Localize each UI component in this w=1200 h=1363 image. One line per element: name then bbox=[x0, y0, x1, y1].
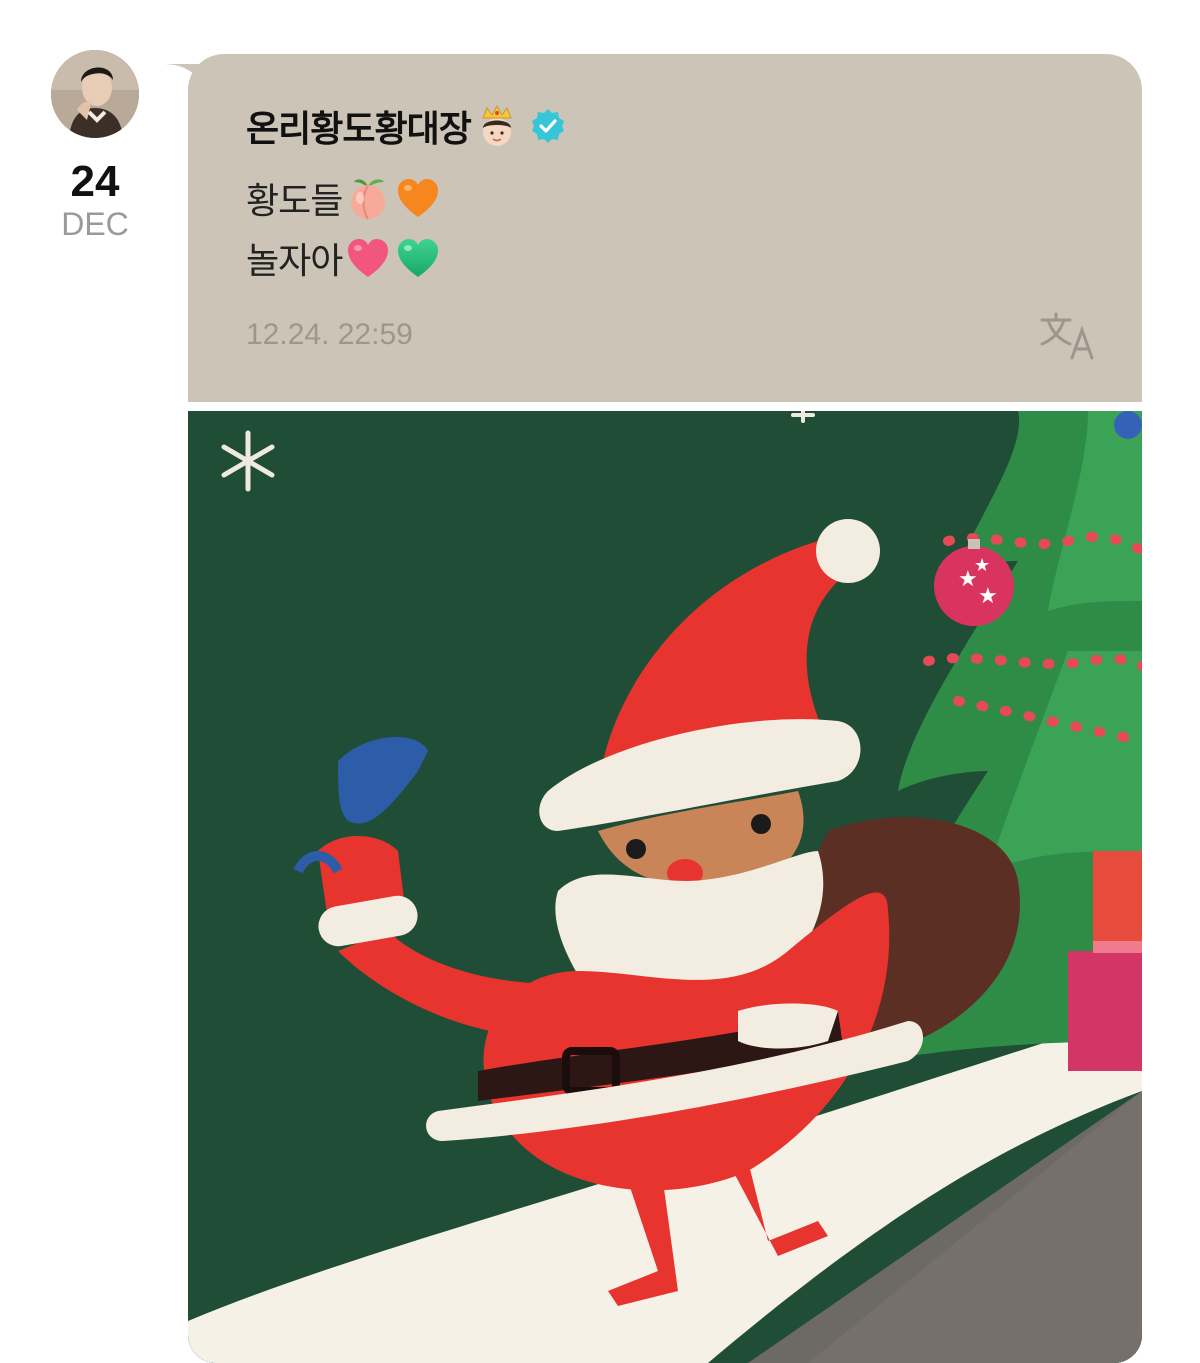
orange-heart-emoji bbox=[398, 179, 439, 217]
date-month: DEC bbox=[61, 206, 129, 242]
attached-photo[interactable]: ★ ★ ★ bbox=[188, 411, 1142, 1363]
green-heart-emoji bbox=[398, 239, 439, 277]
svg-text:★: ★ bbox=[974, 555, 990, 576]
avatar[interactable] bbox=[51, 50, 139, 138]
sender-name[interactable]: 온리황도황대장 bbox=[246, 100, 472, 152]
message-text-2: 놀자아 bbox=[246, 241, 343, 282]
translate-icon[interactable] bbox=[1040, 312, 1098, 360]
timestamp: 12.24. 22:59 bbox=[246, 318, 413, 351]
avatar-image bbox=[51, 50, 139, 138]
verified-icon bbox=[531, 109, 564, 143]
santa-illustration: ★ ★ ★ bbox=[188, 411, 1142, 1363]
message-line-2: 놀자아 bbox=[246, 232, 442, 284]
sender-row: 온리황도황대장 bbox=[246, 100, 567, 152]
crown-boy-emoji bbox=[482, 104, 512, 146]
author-column: 24 DEC bbox=[40, 50, 150, 240]
peach-emoji bbox=[351, 179, 386, 220]
message-text-1: 황도들 bbox=[246, 181, 343, 222]
date-day: 24 bbox=[70, 157, 120, 206]
pink-heart-emoji bbox=[348, 239, 389, 277]
svg-text:★: ★ bbox=[978, 584, 998, 609]
message-bubble: 온리황도황대장 황도들 놀자아 12.24. 22:59 bbox=[188, 54, 1142, 402]
message-line-1: 황도들 bbox=[246, 172, 442, 224]
